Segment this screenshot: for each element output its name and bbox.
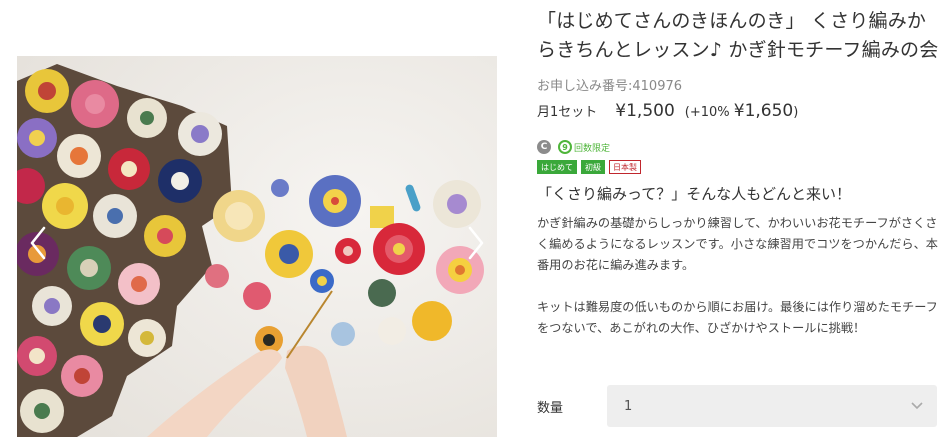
price-tax-amount: ¥1,650 [733, 101, 794, 121]
description-paragraph: キットは難易度の低いものから順にお届け。最後には作り溜めたモチーフをつないで、あ… [537, 300, 938, 335]
limited-count-icon: 9 [558, 140, 572, 154]
quantity-row: 数量 1 [537, 385, 937, 427]
chevron-down-icon [911, 402, 923, 410]
price-label: 月1セット [537, 105, 598, 120]
limited-count-label: 回数限定 [574, 143, 611, 154]
payment-icon: C [537, 140, 551, 154]
tag-list: はじめて 初級 日本製 [537, 160, 939, 174]
price-line: 月1セット ¥1,500 (+10% ¥1,650) [537, 101, 939, 121]
quantity-select[interactable]: 1 [607, 385, 937, 427]
tag-beginner-level: 初級 [581, 160, 605, 174]
tag-beginner-first: はじめて [537, 160, 577, 174]
description-paragraph: かぎ針編みの基礎からしっかり練習して、かわいいお花モチーフがさくさく編めるように… [537, 216, 938, 272]
price-tax-suffix: ) [793, 105, 799, 120]
product-image-carousel[interactable] [17, 56, 497, 437]
product-description: かぎ針編みの基礎からしっかり練習して、かわいいお花モチーフがさくさく編めるように… [537, 213, 939, 339]
quantity-label: 数量 [537, 400, 564, 416]
product-info-panel: 「はじめてさんのきほんのき」 くさり編みからきちんとレッスン♪ かぎ針モチーフ編… [537, 0, 939, 427]
carousel-next-button[interactable] [463, 221, 489, 265]
quantity-value: 1 [624, 398, 633, 414]
price-tax-prefix: (+10% [684, 105, 734, 120]
product-title: 「はじめてさんのきほんのき」 くさり編みからきちんとレッスン♪ かぎ針モチーフ編… [537, 10, 939, 61]
carousel-prev-button[interactable] [25, 221, 51, 265]
price-with-tax: (+10% ¥1,650) [685, 101, 799, 121]
price: ¥1,500 [615, 101, 675, 121]
chevron-left-icon [30, 226, 46, 260]
product-photo [17, 56, 497, 437]
order-number: お申し込み番号:410976 [537, 79, 683, 94]
catchphrase: 「くさり編みって？」そんな人もどんと来い！ [537, 185, 851, 203]
tag-made-in-japan: 日本製 [609, 160, 641, 174]
service-icons: C 9 回数限定 [537, 139, 939, 155]
chevron-right-icon [468, 226, 484, 260]
